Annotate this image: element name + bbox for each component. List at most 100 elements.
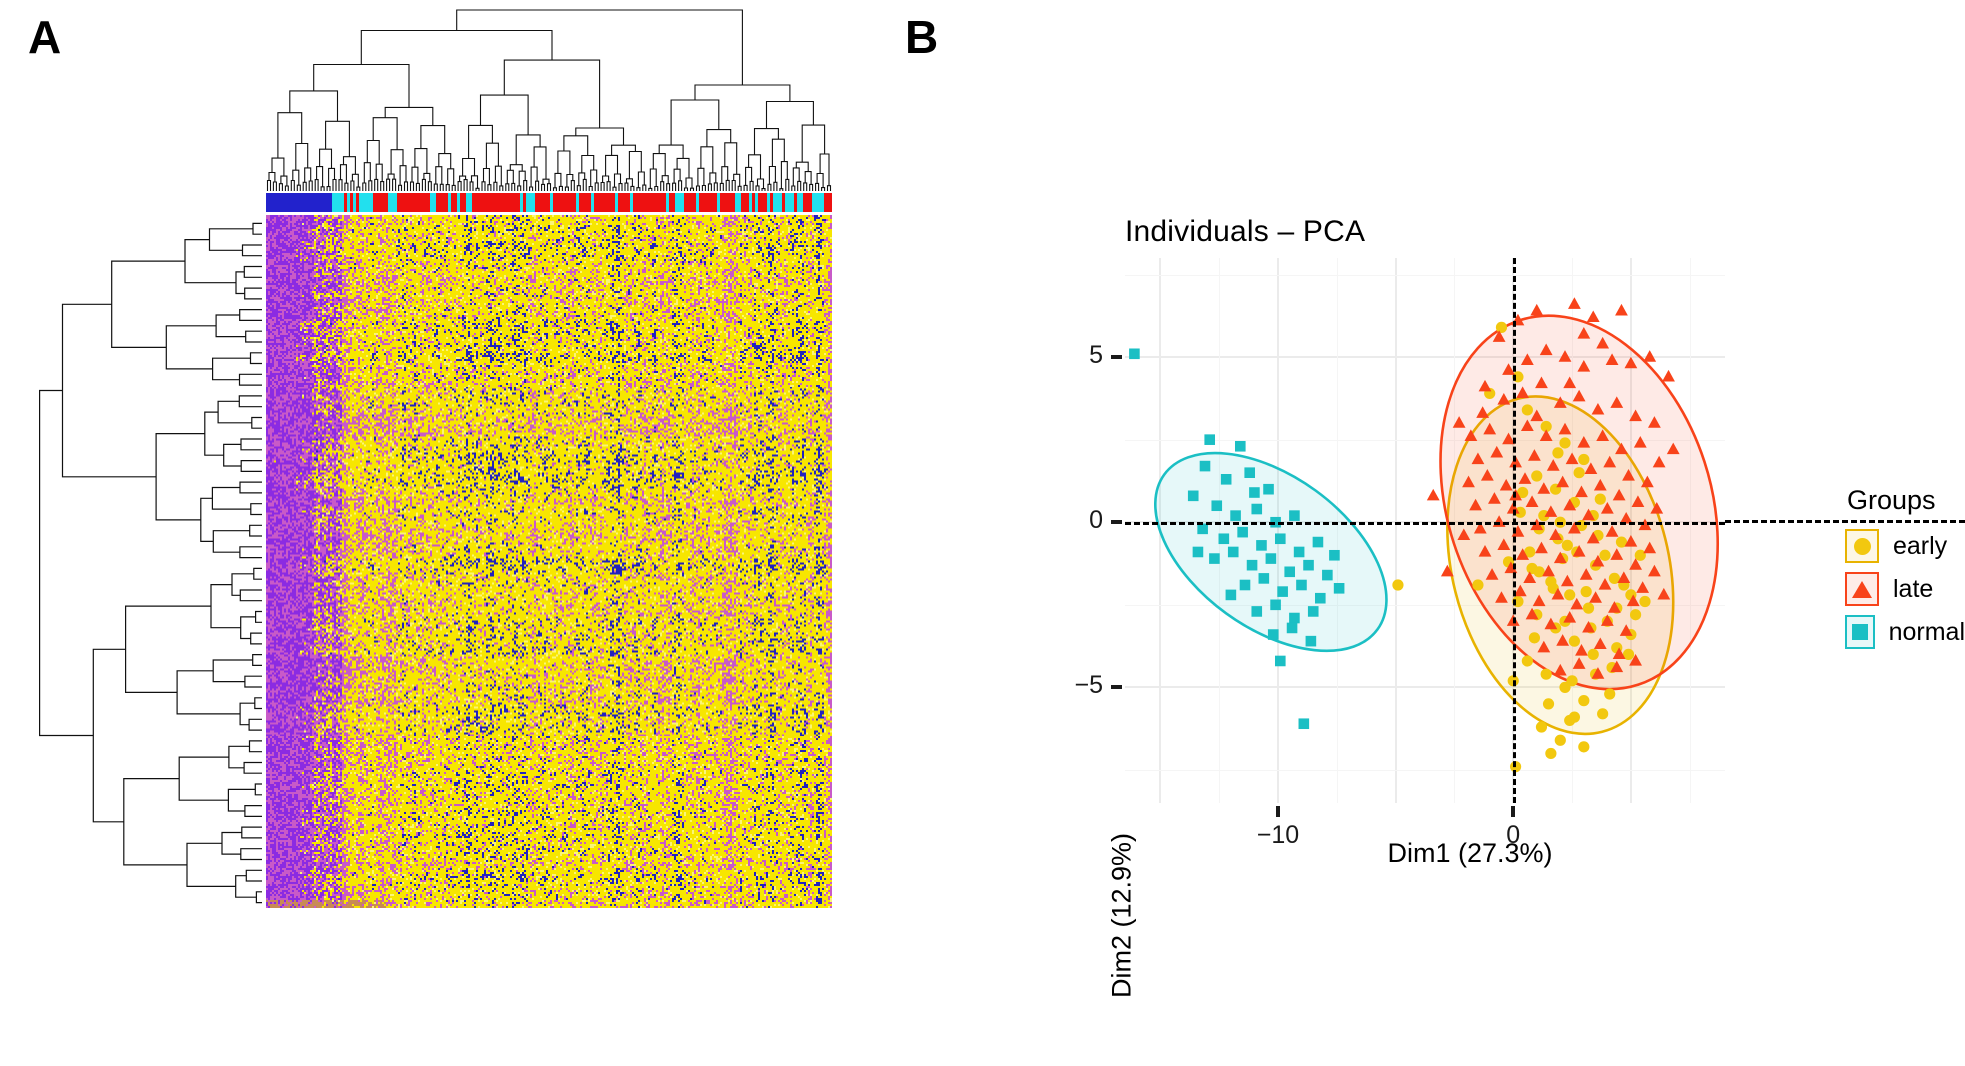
data-point-early bbox=[1542, 698, 1555, 710]
panel-a-label: A bbox=[28, 11, 62, 63]
data-point-normal bbox=[1333, 583, 1345, 594]
data-point-normal bbox=[1249, 487, 1260, 498]
data-point-early bbox=[1545, 747, 1557, 760]
data-point-early bbox=[1561, 539, 1573, 551]
data-point-normal bbox=[1267, 629, 1279, 640]
data-point-early bbox=[1578, 741, 1590, 753]
panel-b-label: B bbox=[905, 11, 939, 63]
data-point-normal bbox=[1187, 490, 1199, 502]
data-point-normal bbox=[1277, 586, 1288, 597]
legend-items: early late normal bbox=[1845, 526, 1965, 652]
data-point-normal bbox=[1314, 592, 1326, 604]
data-point-normal bbox=[1298, 718, 1310, 730]
data-point-normal bbox=[1211, 500, 1223, 512]
data-point-normal bbox=[1218, 533, 1230, 545]
legend-label-late: late bbox=[1893, 574, 1934, 603]
data-point-early bbox=[1554, 734, 1566, 746]
data-point-normal bbox=[1329, 549, 1340, 561]
legend-triangle-icon bbox=[1852, 580, 1872, 598]
data-point-normal bbox=[1227, 546, 1239, 558]
legend-key-late bbox=[1845, 572, 1879, 606]
data-point-early bbox=[1559, 437, 1571, 449]
data-point-normal bbox=[1307, 606, 1319, 617]
data-point-early bbox=[1495, 321, 1508, 333]
data-point-early bbox=[1531, 470, 1543, 482]
legend-item-late[interactable]: late bbox=[1845, 569, 1965, 609]
data-point-normal bbox=[1274, 533, 1286, 545]
data-point-normal bbox=[1274, 655, 1286, 667]
y-zero-reference-line bbox=[1125, 522, 1725, 526]
data-point-normal bbox=[1289, 510, 1300, 521]
data-point-normal bbox=[1192, 546, 1204, 558]
data-point-early bbox=[1540, 668, 1552, 680]
legend-title: Groups bbox=[1847, 485, 1936, 515]
data-point-normal bbox=[1263, 483, 1274, 495]
pca-plot-title: Individuals – PCA bbox=[1125, 215, 1366, 248]
groups-legend: Groups early late normal bbox=[1845, 485, 1965, 655]
data-point-normal bbox=[1204, 434, 1216, 445]
data-point-early bbox=[1599, 549, 1611, 561]
data-point-early bbox=[1566, 675, 1578, 687]
x-tick-mark bbox=[1275, 806, 1280, 817]
data-point-late bbox=[1568, 297, 1581, 309]
data-point-early bbox=[1564, 714, 1576, 727]
panel-a-heatmap: A bbox=[0, 0, 1000, 912]
data-point-normal bbox=[1244, 467, 1256, 478]
data-point-normal bbox=[1234, 440, 1246, 452]
data-point-normal bbox=[1251, 503, 1263, 515]
y-tick-mark bbox=[1111, 520, 1122, 525]
column-dendrogram bbox=[266, 9, 832, 191]
data-point-early bbox=[1639, 595, 1651, 608]
y-tick-label: 5 bbox=[1089, 341, 1103, 370]
data-point-late bbox=[1662, 369, 1675, 382]
data-point-early bbox=[1594, 493, 1606, 505]
legend-circle-icon bbox=[1853, 537, 1871, 555]
data-point-normal bbox=[1305, 635, 1317, 647]
data-point-late bbox=[1586, 310, 1600, 323]
data-point-early bbox=[1597, 708, 1609, 720]
y-tick-label: 0 bbox=[1089, 506, 1103, 535]
data-point-normal bbox=[1199, 460, 1211, 472]
data-point-normal bbox=[1230, 510, 1241, 521]
y-tick-label: −5 bbox=[1074, 671, 1103, 700]
y-axis-title: Dim2 (12.9%) bbox=[1106, 832, 1137, 999]
x-zero-reference-line bbox=[1513, 258, 1517, 803]
data-point-normal bbox=[1293, 546, 1305, 558]
data-point-normal bbox=[1209, 553, 1220, 564]
legend-square-icon bbox=[1851, 624, 1868, 640]
legend-key-normal bbox=[1845, 615, 1875, 649]
data-point-early bbox=[1521, 655, 1533, 667]
legend-item-early[interactable]: early bbox=[1845, 526, 1965, 566]
data-point-early bbox=[1587, 648, 1599, 660]
data-point-late bbox=[1615, 303, 1628, 316]
data-point-normal bbox=[1270, 599, 1281, 611]
data-point-early bbox=[1568, 635, 1581, 647]
column-annotation-bar bbox=[266, 193, 832, 212]
data-point-early bbox=[1564, 589, 1576, 601]
data-point-normal bbox=[1258, 573, 1270, 584]
data-point-normal bbox=[1246, 559, 1258, 571]
data-point-normal bbox=[1289, 612, 1300, 624]
data-point-late bbox=[1426, 488, 1440, 501]
data-point-early bbox=[1472, 579, 1484, 591]
data-point-normal bbox=[1265, 553, 1277, 564]
data-point-normal bbox=[1303, 559, 1314, 571]
data-point-early bbox=[1552, 447, 1564, 459]
data-point-normal bbox=[1286, 622, 1298, 634]
data-point-early bbox=[1528, 632, 1541, 644]
data-point-normal bbox=[1225, 589, 1237, 601]
legend-item-normal[interactable]: normal bbox=[1845, 612, 1965, 652]
data-point-early bbox=[1535, 721, 1548, 733]
data-point-normal bbox=[1284, 566, 1296, 578]
data-point-early bbox=[1604, 688, 1616, 700]
row-dendrogram bbox=[39, 222, 262, 904]
data-point-early bbox=[1634, 549, 1646, 561]
data-point-normal bbox=[1251, 606, 1263, 617]
x-tick-label: −10 bbox=[1256, 821, 1300, 849]
data-point-late bbox=[1643, 350, 1657, 362]
annotation-cell bbox=[830, 193, 832, 212]
data-point-early bbox=[1392, 579, 1404, 591]
data-point-early bbox=[1580, 586, 1592, 598]
legend-key-early bbox=[1845, 529, 1879, 563]
data-point-early bbox=[1521, 404, 1533, 416]
